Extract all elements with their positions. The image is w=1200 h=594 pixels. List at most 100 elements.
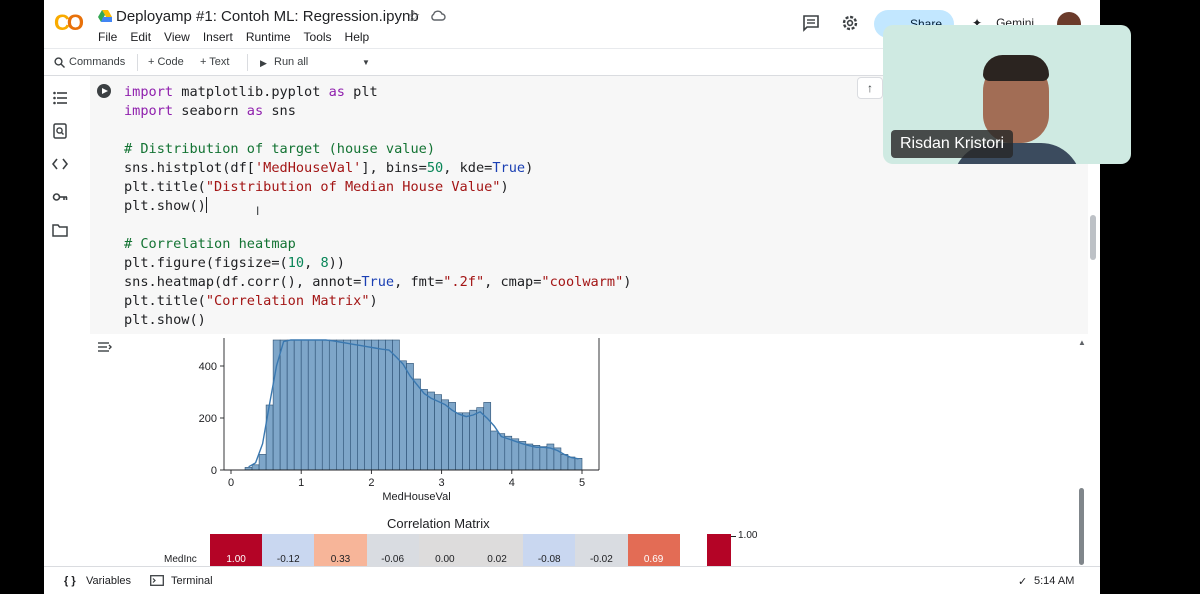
histogram-chart: 0 1 2 3 4 5 0 200 400 MedHouseVal <box>199 338 600 503</box>
histogram-bar <box>300 339 309 471</box>
video-call-overlay[interactable]: Risdan Kristori <box>883 25 1131 164</box>
histogram-bar <box>462 412 470 471</box>
x-tick-label: 3 <box>439 477 445 489</box>
histogram-bar <box>574 458 583 471</box>
histogram-bar <box>378 339 386 471</box>
heatmap-cell: -0.06 <box>366 534 419 566</box>
menu-help[interactable]: Help <box>345 30 370 44</box>
checkmark-icon: ✓ <box>1018 576 1028 588</box>
histogram-bar <box>539 446 548 471</box>
code-line: plt.figure(figsize=(10, 8)) <box>124 255 345 271</box>
histogram-bar <box>490 430 499 471</box>
histogram-bar <box>286 339 295 471</box>
notebook-title[interactable]: Deployamp #1: Contoh ML: Regression.ipyn… <box>116 8 419 25</box>
code-editor[interactable]: import matplotlib.pyplot as plt import s… <box>124 83 631 330</box>
run-all-dropdown-icon[interactable]: ▼ <box>362 58 370 67</box>
menu-file[interactable]: File <box>98 30 117 44</box>
left-rail <box>44 76 76 566</box>
heatmap-cell: 0.02 <box>470 534 524 566</box>
code-line: sns.heatmap(df.corr(), annot=True, fmt="… <box>124 274 632 290</box>
output-scroll-up-icon[interactable]: ▲ <box>1078 338 1086 347</box>
histogram-bar <box>504 435 513 471</box>
histogram-bar <box>328 339 337 471</box>
histogram-bar <box>371 339 379 471</box>
menu-insert[interactable]: Insert <box>203 30 233 44</box>
histogram-bar <box>385 339 393 471</box>
text-cursor <box>205 197 207 213</box>
add-code-button[interactable]: + Code <box>148 56 184 68</box>
speaker-hair <box>983 55 1049 81</box>
cloud-saved-icon[interactable] <box>430 10 446 21</box>
status-bar: { } Variables Terminal ✓ 5:14 AM <box>44 566 1100 594</box>
menu-view[interactable]: View <box>164 30 190 44</box>
menu-runtime[interactable]: Runtime <box>246 30 291 44</box>
histogram-bar <box>441 399 449 471</box>
colab-logo[interactable]: CO <box>54 10 84 36</box>
histogram-bar <box>483 402 492 471</box>
speaker-name-tag: Risdan Kristori <box>891 130 1014 158</box>
histogram-bar <box>560 454 569 471</box>
commands-button[interactable]: Commands <box>69 56 125 68</box>
run-cell-button[interactable] <box>97 84 111 98</box>
add-text-button[interactable]: + Text <box>200 56 229 68</box>
x-tick-label: 2 <box>368 477 374 489</box>
heatmap-colorbar <box>707 534 731 566</box>
heatmap-title: Correlation Matrix <box>387 516 490 531</box>
heatmap-cell: -0.12 <box>262 534 315 566</box>
menu-tools[interactable]: Tools <box>304 30 332 44</box>
variables-button[interactable]: Variables <box>86 575 131 587</box>
code-comment: # Distribution of target (house value) <box>124 141 435 157</box>
menu-edit[interactable]: Edit <box>130 30 151 44</box>
terminal-icon <box>150 575 164 586</box>
output-scrollbar-thumb[interactable] <box>1079 488 1084 565</box>
heatmap-cell: -0.02 <box>575 534 628 566</box>
x-axis-label: MedHouseVal <box>382 491 450 503</box>
drive-icon <box>98 10 112 22</box>
heatmap-row-label: MedInc <box>164 554 197 565</box>
histogram-bar <box>497 433 506 471</box>
histogram-bar <box>518 441 527 471</box>
x-tick-label: 0 <box>228 477 234 489</box>
comment-icon[interactable] <box>802 14 820 32</box>
settings-gear-icon[interactable] <box>841 14 859 32</box>
histogram-bar <box>413 378 421 471</box>
move-cell-up-button[interactable]: ↑ <box>857 77 883 99</box>
variables-icon: { } <box>64 575 76 587</box>
histogram-bar <box>476 407 485 471</box>
histogram-bar <box>251 464 260 471</box>
histogram-bar <box>511 438 520 471</box>
find-replace-icon[interactable] <box>52 123 68 139</box>
toolbar-divider <box>137 54 138 71</box>
y-tick-label: 200 <box>199 413 217 425</box>
heatmap-cell: 0.33 <box>314 534 367 566</box>
histogram-bar <box>357 339 365 471</box>
histogram-bar <box>427 391 435 471</box>
star-icon[interactable]: ☆ <box>407 7 420 25</box>
code-line: import seaborn as sns <box>124 103 296 119</box>
histogram-bar <box>364 339 372 471</box>
heatmap-cell: 0.69 <box>627 534 680 566</box>
histogram-bar <box>307 339 316 471</box>
code-line: plt.show() <box>124 197 207 214</box>
code-snippets-icon[interactable] <box>52 156 68 172</box>
terminal-button[interactable]: Terminal <box>171 575 213 587</box>
notebook-scrollbar[interactable] <box>1090 215 1096 260</box>
histogram-bar <box>532 445 541 471</box>
heatmap-cell: 0.00 <box>418 534 471 566</box>
histogram-bar <box>567 456 576 471</box>
y-tick-label: 400 <box>199 361 217 373</box>
toolbar-divider <box>247 54 248 71</box>
colorbar-label: 1.00 <box>738 530 758 541</box>
histogram-bar <box>434 394 442 471</box>
secrets-key-icon[interactable] <box>52 189 68 205</box>
run-all-button[interactable]: Run all <box>274 56 308 68</box>
histogram-bar <box>343 339 351 471</box>
histogram-bar <box>469 409 477 471</box>
table-of-contents-icon[interactable] <box>52 90 68 106</box>
output-options-icon[interactable] <box>97 340 113 354</box>
histogram-bar <box>455 412 463 471</box>
code-line: import matplotlib.pyplot as plt <box>124 84 378 100</box>
code-line: plt.show() <box>124 312 206 328</box>
heatmap-cell: 1.00 <box>210 534 263 566</box>
files-folder-icon[interactable] <box>52 222 68 238</box>
